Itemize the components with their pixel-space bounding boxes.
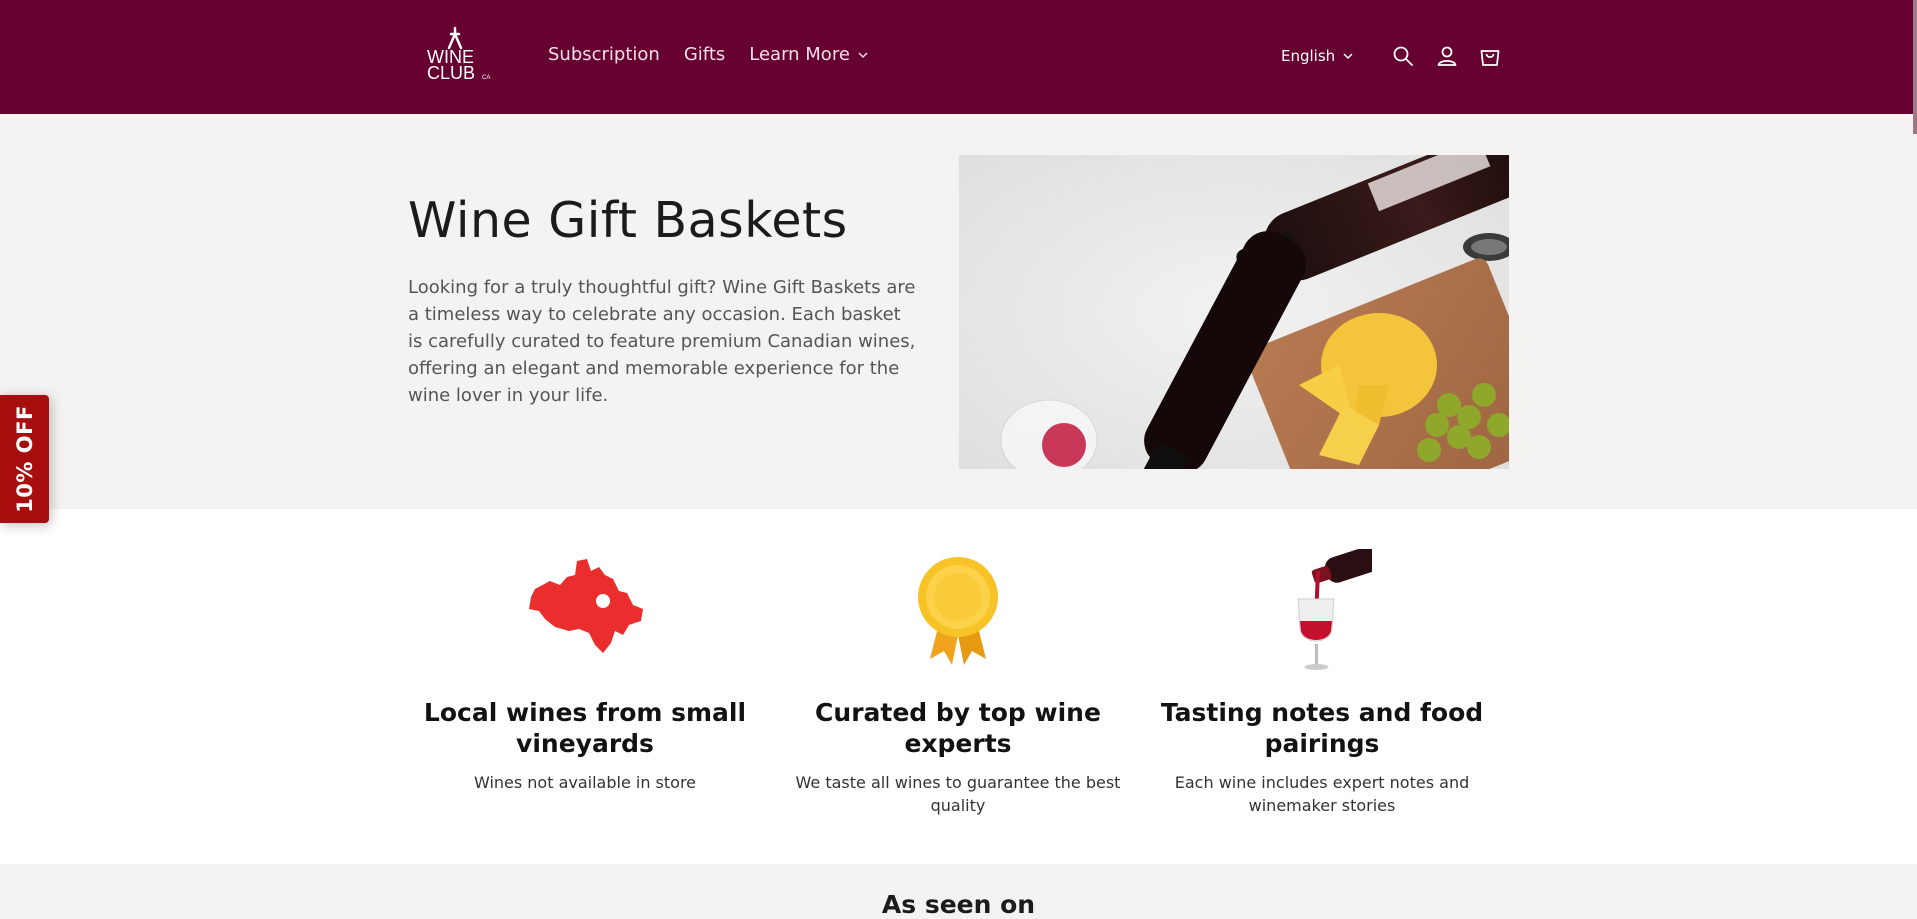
discount-label: 10% OFF — [12, 405, 37, 513]
wine-pour-icon — [1297, 549, 1372, 670]
feature-text: We taste all wines to guarantee the best… — [795, 773, 1121, 815]
logo-suffix: CA — [482, 75, 490, 81]
feature-text: Each wine includes expert notes and wine… — [1174, 773, 1470, 815]
language-label: English — [1281, 47, 1336, 65]
nav-item-learn-more[interactable]: Learn More — [749, 44, 868, 66]
chevron-down-icon — [858, 52, 868, 59]
logo-text-line2: CLUB — [427, 63, 475, 83]
nav-label: Learn More — [749, 44, 850, 65]
as-seen-on-section: As seen on — [0, 864, 1917, 919]
feature-title: Local wines from small vineyards — [423, 698, 747, 758]
nav-label: Gifts — [683, 44, 726, 65]
nav-item-subscription[interactable]: Subscription — [548, 44, 660, 66]
canada-map-icon — [529, 559, 643, 653]
cart-icon[interactable] — [1478, 44, 1502, 68]
language-selector[interactable]: English — [1281, 47, 1353, 65]
search-icon[interactable] — [1391, 44, 1415, 68]
award-ribbon-icon — [918, 557, 998, 665]
wine-club-logo[interactable]: WINE CLUB CA — [421, 24, 501, 86]
wine-cheese-image — [959, 155, 1509, 469]
nav-item-gifts[interactable]: Gifts — [684, 44, 725, 66]
feature-title: Curated by top wine experts — [815, 698, 1101, 758]
feature-title: Tasting notes and food pairings — [1160, 698, 1484, 758]
scrollbar[interactable] — [1913, 0, 1917, 134]
features-section: Local wines from small vineyards Wines n… — [0, 509, 1917, 864]
site-header: WINE CLUB CA Subscription Gifts Learn Mo… — [0, 0, 1917, 114]
discount-tab[interactable]: 10% OFF — [0, 395, 49, 523]
page-title: Wine Gift Baskets — [408, 192, 848, 249]
nav-label: Subscription — [548, 44, 660, 65]
hero-section: Wine Gift Baskets Looking for a truly th… — [0, 114, 1917, 509]
feature-text: Wines not available in store — [473, 773, 697, 792]
main-nav: Subscription Gifts Learn More — [548, 44, 868, 66]
chevron-down-icon — [1343, 53, 1353, 60]
as-seen-on-title: As seen on — [881, 890, 1036, 919]
hero-description: Looking for a truly thoughtful gift? Win… — [408, 277, 916, 406]
account-icon[interactable] — [1435, 44, 1459, 68]
